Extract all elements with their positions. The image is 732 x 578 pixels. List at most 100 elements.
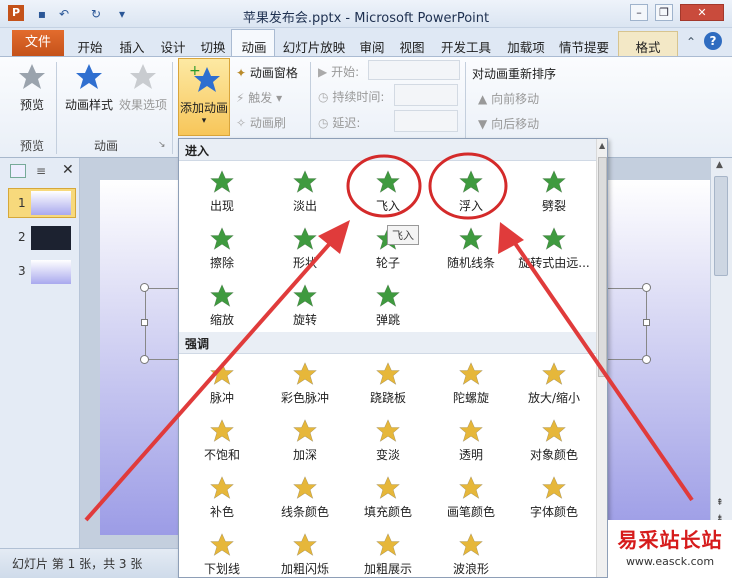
emphasis-effect-17[interactable]: 加粗展示 xyxy=(347,526,429,577)
entrance-effect-label: 缩放 xyxy=(209,313,234,327)
add-animation-label: 添加动画 xyxy=(179,101,228,115)
emphasis-effect-label: 波浪形 xyxy=(452,562,489,576)
emphasis-effect-13[interactable]: 画笔颜色 xyxy=(430,469,512,527)
gallery-scrollbar[interactable]: ▲ xyxy=(596,139,607,577)
emphasis-effect-4[interactable]: 放大/缩小 xyxy=(513,355,595,413)
anim-painter-button[interactable]: ✧ 动画刷 xyxy=(236,114,316,131)
emphasis-effect-2[interactable]: 跷跷板 xyxy=(347,355,429,413)
entrance-star-icon xyxy=(459,170,483,194)
tab-slideshow[interactable]: 幻灯片放映 xyxy=(281,31,347,56)
minimize-ribbon-icon[interactable]: ⌃ xyxy=(686,35,696,49)
slides-tab-icon[interactable] xyxy=(10,164,26,178)
start-select[interactable] xyxy=(368,60,460,80)
scroll-up-icon[interactable]: ▲ xyxy=(599,141,605,150)
entrance-effect-11[interactable]: 旋转 xyxy=(264,277,346,335)
effect-options-button[interactable]: 效果选项 xyxy=(117,62,169,122)
emphasis-effect-0[interactable]: 脉冲 xyxy=(181,355,263,413)
help-icon[interactable]: ? xyxy=(704,32,722,50)
duration-input[interactable] xyxy=(394,84,458,106)
resize-handle[interactable] xyxy=(643,319,650,326)
entrance-effect-label: 旋转式由远... xyxy=(518,256,590,270)
vertical-scrollbar[interactable]: ▲ ⇞ ⇟ xyxy=(710,158,732,548)
tab-insert[interactable]: 插入 xyxy=(117,31,147,56)
emphasis-effect-15[interactable]: 下划线 xyxy=(181,526,263,577)
tab-file[interactable]: 文件 xyxy=(12,30,64,56)
emphasis-effect-9[interactable]: 对象颜色 xyxy=(513,412,595,470)
slide-thumbnail[interactable] xyxy=(31,191,71,215)
scroll-up-icon[interactable]: ▲ xyxy=(716,160,723,170)
preview-label: 预览 xyxy=(19,98,44,112)
tab-transitions[interactable]: 切换 xyxy=(198,31,228,56)
resize-handle[interactable] xyxy=(642,283,651,292)
emphasis-star-icon xyxy=(459,362,483,386)
entrance-effect-9[interactable]: 旋转式由远... xyxy=(513,220,595,278)
outline-tab-icon[interactable]: ≡ xyxy=(36,164,46,178)
anim-styles-button[interactable]: 动画样式 xyxy=(62,62,116,122)
entrance-effect-6[interactable]: 形状 xyxy=(264,220,346,278)
tab-developer[interactable]: 开发工具 xyxy=(437,31,495,56)
start-icon: ▶ xyxy=(318,65,328,79)
entrance-effect-3[interactable]: 浮入 xyxy=(430,163,512,221)
ribbon-separator xyxy=(172,62,173,154)
preview-button[interactable]: 预览 xyxy=(12,62,52,122)
entrance-effect-0[interactable]: 出现 xyxy=(181,163,263,221)
prev-slide-icon[interactable]: ⇞ xyxy=(716,498,724,508)
tab-format[interactable]: 格式 xyxy=(622,31,674,56)
entrance-effect-1[interactable]: 淡出 xyxy=(264,163,346,221)
entrance-effect-8[interactable]: 随机线条 xyxy=(430,220,512,278)
resize-handle[interactable] xyxy=(140,283,149,292)
dialog-launcher-icon[interactable]: ↘ xyxy=(158,140,166,150)
emphasis-effect-6[interactable]: 加深 xyxy=(264,412,346,470)
entrance-effect-12[interactable]: 弹跳 xyxy=(347,277,429,335)
emphasis-effect-12[interactable]: 填充颜色 xyxy=(347,469,429,527)
anim-pane-button[interactable]: ✦ 动画窗格 xyxy=(236,64,316,81)
move-later-button[interactable]: ▼ 向后移动 xyxy=(478,115,539,132)
scroll-thumb[interactable] xyxy=(714,176,728,276)
emphasis-effect-16[interactable]: 加粗闪烁 xyxy=(264,526,346,577)
tab-home[interactable]: 开始 xyxy=(74,31,106,56)
emphasis-effect-label: 补色 xyxy=(209,505,234,519)
slide-thumbnail[interactable] xyxy=(31,226,71,250)
emphasis-effect-18[interactable]: 波浪形 xyxy=(430,526,512,577)
entrance-effect-5[interactable]: 擦除 xyxy=(181,220,263,278)
minimize-icon[interactable]: – xyxy=(630,4,648,21)
emphasis-effect-8[interactable]: 透明 xyxy=(430,412,512,470)
emphasis-effect-7[interactable]: 变淡 xyxy=(347,412,429,470)
entrance-effect-2[interactable]: 飞入 xyxy=(347,163,429,221)
emphasis-effect-label: 画笔颜色 xyxy=(446,505,495,519)
entrance-star-icon xyxy=(293,227,317,251)
tab-design[interactable]: 设计 xyxy=(158,31,188,56)
trigger-button[interactable]: ⚡ 触发 ▾ xyxy=(236,89,316,106)
entrance-effect-10[interactable]: 缩放 xyxy=(181,277,263,335)
restore-icon[interactable]: ❐ xyxy=(655,4,673,21)
entrance-effect-4[interactable]: 劈裂 xyxy=(513,163,595,221)
tab-animations[interactable]: 动画 xyxy=(238,31,270,56)
entrance-effect-label: 出现 xyxy=(209,199,234,213)
gallery-scroll-thumb[interactable] xyxy=(598,157,607,377)
emphasis-effect-1[interactable]: 彩色脉冲 xyxy=(264,355,346,413)
svg-text:+: + xyxy=(189,63,201,79)
emphasis-effect-10[interactable]: 补色 xyxy=(181,469,263,527)
emphasis-effect-label: 字体颜色 xyxy=(529,505,578,519)
resize-handle[interactable] xyxy=(642,355,651,364)
watermark: 易采站长站 www.easck.com xyxy=(608,520,732,578)
emphasis-effect-3[interactable]: 陀螺旋 xyxy=(430,355,512,413)
tab-review[interactable]: 审阅 xyxy=(357,31,387,56)
emphasis-effect-14[interactable]: 字体颜色 xyxy=(513,469,595,527)
tab-view[interactable]: 视图 xyxy=(397,31,427,56)
add-animation-button[interactable]: + 添加动画 ▾ xyxy=(178,58,230,136)
emphasis-star-icon xyxy=(376,533,400,557)
move-earlier-button[interactable]: ▲ 向前移动 xyxy=(478,90,539,107)
emphasis-star-icon xyxy=(293,362,317,386)
resize-handle[interactable] xyxy=(141,319,148,326)
resize-handle[interactable] xyxy=(140,355,149,364)
emphasis-effect-label: 线条颜色 xyxy=(280,505,329,519)
emphasis-effect-11[interactable]: 线条颜色 xyxy=(264,469,346,527)
close-pane-icon[interactable]: ✕ xyxy=(62,162,74,178)
tab-storyboard[interactable]: 情节提要 xyxy=(557,31,611,56)
slide-thumbnail[interactable] xyxy=(31,260,71,284)
emphasis-effect-5[interactable]: 不饱和 xyxy=(181,412,263,470)
close-icon[interactable]: ✕ xyxy=(680,4,724,21)
tab-addins[interactable]: 加载项 xyxy=(504,31,548,56)
delay-input[interactable] xyxy=(394,110,458,132)
